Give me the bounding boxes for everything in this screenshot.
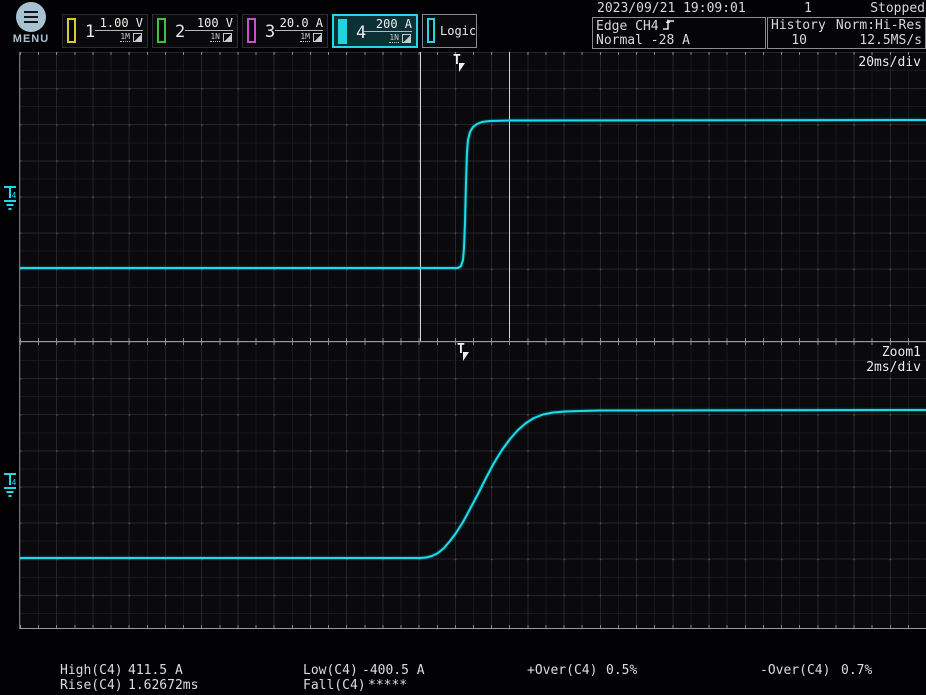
zoom-timebase-label: 2ms/div bbox=[866, 360, 921, 375]
main-timebase-label: 20ms/div bbox=[858, 55, 921, 70]
zoom-trigger-position-marker[interactable]: T bbox=[457, 342, 465, 357]
channel-1-number: 1 bbox=[85, 22, 95, 42]
channel-3-color-swatch bbox=[247, 18, 256, 43]
channel-badge-4-selected[interactable]: 4 200 A 1N bbox=[332, 14, 418, 48]
channel-4-zoom-ground-marker[interactable]: 4 bbox=[1, 472, 19, 502]
status-line: 2023/09/21 19:09:01 1 Stopped bbox=[592, 1, 926, 16]
meas-high-value: 411.5 A bbox=[128, 663, 183, 678]
hamburger-icon bbox=[16, 2, 46, 32]
impedance-label: 1M bbox=[300, 32, 310, 42]
history-label: History bbox=[771, 18, 826, 33]
acquisition-count: 1 bbox=[772, 1, 812, 16]
channel-3-scale-value: 20.0 A bbox=[275, 16, 323, 31]
meas-rise-value: 1.62672ms bbox=[128, 678, 198, 693]
menu-button-label: MENU bbox=[8, 33, 54, 45]
channel-2-scale-value: 100 V bbox=[185, 16, 233, 31]
logic-badge[interactable]: Logic bbox=[422, 14, 477, 48]
trigger-source: Edge CH4 bbox=[596, 19, 659, 34]
channel-4-scale-value: 200 A bbox=[364, 17, 412, 32]
meas-fall-label: Fall(C4) bbox=[303, 678, 366, 693]
channel-1-scale-value: 1.00 V bbox=[95, 16, 143, 31]
logic-color-swatch bbox=[427, 18, 435, 43]
rising-edge-icon bbox=[662, 18, 675, 31]
channel-badge-2[interactable]: 2 100 V 1N bbox=[152, 14, 238, 48]
channel-2-color-swatch bbox=[157, 18, 166, 43]
channel-4-waveform bbox=[20, 52, 926, 341]
probe-coupling-icon bbox=[313, 33, 322, 42]
logic-label: Logic bbox=[440, 24, 476, 38]
zoom-window-label: Zoom1 bbox=[882, 345, 921, 360]
meas-high-label: High(C4) bbox=[60, 663, 123, 678]
impedance-label: 1N bbox=[210, 32, 220, 42]
trigger-position-marker[interactable]: T bbox=[453, 53, 461, 68]
sample-rate: 12.5MS/s bbox=[859, 33, 922, 48]
meas-nover-label: -Over(C4) bbox=[760, 663, 830, 678]
menu-button[interactable]: MENU bbox=[8, 2, 54, 45]
svg-text:4: 4 bbox=[12, 191, 17, 200]
run-state: Stopped bbox=[870, 1, 925, 16]
trigger-settings-box[interactable]: Edge CH4 Normal -28 A bbox=[592, 17, 766, 49]
impedance-label: 1M bbox=[120, 32, 130, 42]
channel-2-number: 2 bbox=[175, 22, 185, 42]
svg-text:4: 4 bbox=[12, 478, 17, 487]
main-waveform-window: T 20ms/div bbox=[19, 52, 926, 341]
meas-low-value: -400.5 A bbox=[362, 663, 425, 678]
probe-coupling-icon bbox=[133, 33, 142, 42]
probe-coupling-icon bbox=[223, 33, 232, 42]
channel-badges: 1 1.00 V 1M 2 100 V 1N 3 20.0 A 1M 4 200… bbox=[62, 14, 477, 48]
channel-1-color-swatch bbox=[67, 18, 76, 43]
channel-3-number: 3 bbox=[265, 22, 275, 42]
impedance-label: 1N bbox=[389, 33, 399, 43]
meas-fall-value: ***** bbox=[368, 678, 407, 693]
meas-rise-label: Rise(C4) bbox=[60, 678, 123, 693]
acquisition-mode: Norm:Hi-Res bbox=[836, 18, 922, 33]
channel-badge-1[interactable]: 1 1.00 V 1M bbox=[62, 14, 148, 48]
channel-4-ground-marker[interactable]: 4 bbox=[1, 185, 19, 215]
meas-pover-label: +Over(C4) bbox=[527, 663, 597, 678]
datetime: 2023/09/21 19:09:01 bbox=[597, 1, 746, 16]
channel-4-zoom-waveform bbox=[20, 342, 926, 629]
history-acquisition-box[interactable]: History Norm:Hi-Res 10 12.5MS/s bbox=[767, 17, 926, 49]
channel-badge-3[interactable]: 3 20.0 A 1M bbox=[242, 14, 328, 48]
channel-4-color-swatch bbox=[338, 19, 347, 44]
zoom-waveform-window: T Zoom1 2ms/div bbox=[19, 342, 926, 629]
history-count: 10 bbox=[771, 33, 807, 48]
trigger-level: Normal -28 A bbox=[596, 33, 690, 48]
meas-nover-value: 0.7% bbox=[841, 663, 872, 678]
meas-low-label: Low(C4) bbox=[303, 663, 358, 678]
meas-pover-value: 0.5% bbox=[606, 663, 637, 678]
probe-coupling-icon bbox=[402, 34, 411, 43]
